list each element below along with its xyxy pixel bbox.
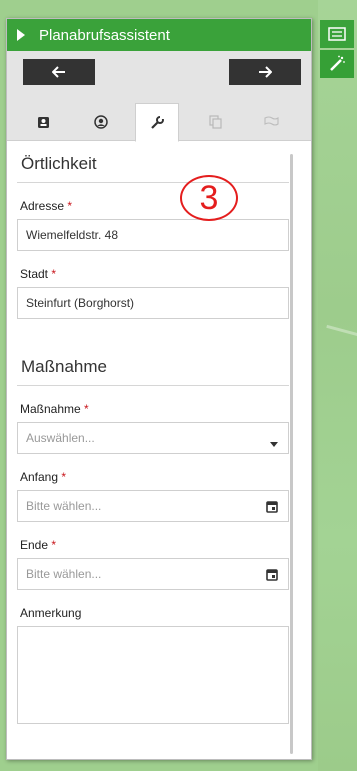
- flag-icon: [263, 115, 279, 126]
- required-marker: *: [51, 538, 57, 552]
- step-tabs: [7, 99, 311, 142]
- form-content: Örtlichkeit Adresse * Wiemelfeldstr. 48 …: [17, 142, 289, 724]
- tab-measure[interactable]: [135, 103, 179, 142]
- address-label: Adresse *: [20, 199, 73, 213]
- copy-icon: [208, 115, 222, 129]
- tab-copy[interactable]: [193, 103, 237, 141]
- scrollbar[interactable]: [290, 154, 293, 754]
- collapse-triangle-icon[interactable]: [17, 29, 25, 41]
- address-value: Wiemelfeldstr. 48: [26, 228, 119, 242]
- required-marker: *: [84, 402, 89, 416]
- caret-down-icon: [270, 436, 278, 450]
- start-label: Anfang *: [20, 470, 67, 484]
- arrow-left-icon: [52, 66, 65, 78]
- end-placeholder: Bitte wählen...: [26, 567, 102, 581]
- step-number-badge: 3: [180, 175, 238, 221]
- required-marker: *: [61, 470, 67, 484]
- previous-step-button[interactable]: [23, 59, 95, 85]
- end-date-field[interactable]: Bitte wählen...: [17, 558, 289, 590]
- layer-list-button[interactable]: [320, 20, 354, 48]
- calendar-icon[interactable]: [266, 500, 278, 516]
- end-label: Ende *: [20, 538, 57, 552]
- wrench-icon: [150, 116, 164, 129]
- city-value: Steinfurt (Borghorst): [26, 296, 135, 310]
- section-title-location: Örtlichkeit: [21, 154, 97, 173]
- address-field[interactable]: Wiemelfeldstr. 48: [17, 219, 289, 251]
- calendar-icon[interactable]: [266, 568, 278, 584]
- wizard-panel: Planabrufsassistent Örtlichkeit Adresse …: [6, 18, 312, 760]
- user-circle-icon: [94, 115, 108, 129]
- start-date-field[interactable]: Bitte wählen...: [17, 490, 289, 522]
- magic-wand-icon: [330, 55, 345, 71]
- contact-card-icon: [37, 116, 49, 128]
- measure-select[interactable]: Auswählen...: [17, 422, 289, 454]
- required-marker: *: [67, 199, 73, 213]
- measure-label: Maßnahme *: [20, 402, 89, 416]
- next-step-button[interactable]: [229, 59, 301, 85]
- city-label: Stadt *: [20, 267, 57, 281]
- panel-header[interactable]: Planabrufsassistent: [7, 19, 311, 51]
- start-placeholder: Bitte wählen...: [26, 499, 102, 513]
- wizard-button[interactable]: [320, 50, 354, 78]
- tab-finish[interactable]: [249, 103, 293, 141]
- required-marker: *: [51, 267, 57, 281]
- remark-textarea[interactable]: [17, 626, 289, 724]
- section-divider: [17, 182, 289, 183]
- panel-title: Planabrufsassistent: [39, 26, 170, 44]
- arrow-right-icon: [259, 66, 272, 78]
- list-icon: [328, 27, 346, 41]
- measure-placeholder: Auswählen...: [26, 431, 95, 445]
- map-background[interactable]: [318, 0, 357, 771]
- section-title-measure: Maßnahme: [21, 357, 107, 376]
- step-navigation: [7, 51, 311, 99]
- tab-contact[interactable]: [21, 103, 65, 141]
- section-divider: [17, 385, 289, 386]
- city-field[interactable]: Steinfurt (Borghorst): [17, 287, 289, 319]
- remark-label: Anmerkung: [20, 606, 82, 620]
- tab-user[interactable]: [79, 103, 123, 141]
